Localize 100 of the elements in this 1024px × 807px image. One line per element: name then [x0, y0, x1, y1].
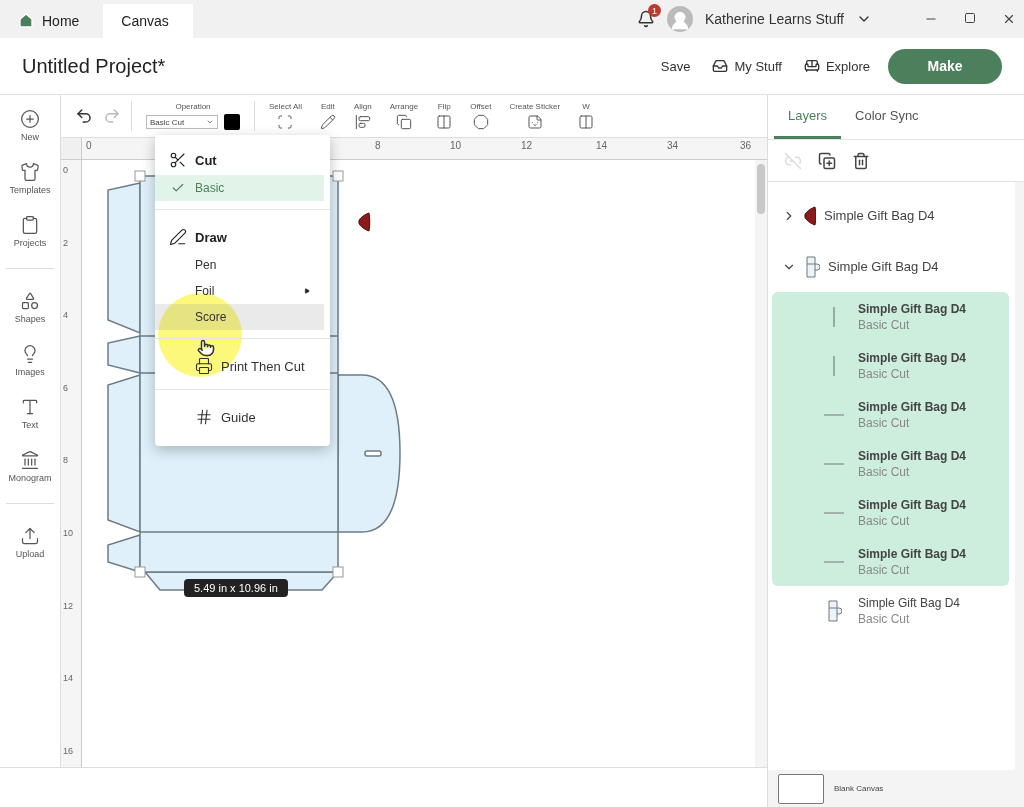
sidebar-item[interactable]: Templates — [0, 162, 60, 195]
delete-icon[interactable] — [852, 151, 870, 170]
operation-select[interactable]: Basic Cut — [146, 115, 218, 129]
menu-heading: Draw — [155, 222, 330, 252]
hash-icon — [195, 408, 213, 426]
clipboard-icon — [20, 215, 40, 235]
sidebar-item[interactable]: Monogram — [6, 450, 54, 483]
layer-name: Simple Gift Bag D4 — [858, 497, 967, 512]
sidebar-item[interactable]: Text — [6, 397, 54, 430]
scissors-icon — [169, 151, 187, 169]
canvas-swatch[interactable] — [778, 773, 824, 804]
layer-item[interactable]: Simple Gift Bag D4 Basic Cut — [772, 439, 1009, 488]
ruler-label: 10 — [450, 140, 462, 151]
toolbar-tool[interactable]: W — [574, 102, 599, 130]
shapes-icon — [20, 291, 40, 311]
heart-shape — [358, 212, 371, 232]
layer-group[interactable]: Simple Gift Bag D4 — [772, 190, 1009, 241]
menu-action[interactable]: Guide — [155, 402, 330, 432]
ruler-label: 4 — [63, 310, 68, 321]
align-icon — [354, 114, 371, 130]
columns-icon — [578, 114, 595, 130]
bag-icon — [826, 599, 842, 622]
save-link[interactable]: Save — [660, 58, 691, 74]
toolbar-tool[interactable]: Arrange — [385, 102, 423, 130]
printer-icon — [195, 357, 213, 375]
scrollbar-track[interactable] — [1015, 182, 1024, 770]
scan-icon — [277, 114, 294, 130]
layer-item[interactable]: Simple Gift Bag D4 Basic Cut — [772, 586, 1009, 635]
menu-option[interactable]: Pen — [155, 252, 324, 278]
layer-group[interactable]: Simple Gift Bag D4 — [772, 241, 1009, 292]
close-icon[interactable] — [1002, 12, 1016, 26]
selection-handle[interactable] — [332, 566, 344, 578]
ruler-label: 8 — [375, 140, 381, 151]
make-button[interactable]: Make — [888, 48, 1002, 84]
sidebar-item[interactable]: Images — [6, 344, 54, 377]
ruler-label: 12 — [63, 600, 73, 611]
layer-item[interactable]: Simple Gift Bag D4 Basic Cut — [772, 292, 1009, 341]
octagon-icon — [472, 114, 489, 130]
plus-circle-icon — [20, 109, 40, 129]
layer-name: Simple Gift Bag D4 — [858, 595, 961, 610]
menu-heading: Cut — [155, 145, 330, 175]
layer-item[interactable]: Simple Gift Bag D4 Basic Cut — [772, 341, 1009, 390]
project-title: Untitled Project* — [22, 54, 166, 78]
toolbar-tool[interactable]: Edit — [315, 102, 340, 130]
toolbar-tool[interactable]: Align — [349, 102, 376, 130]
my-stuff-link[interactable]: My Stuff — [712, 58, 782, 74]
selection-handle[interactable] — [134, 566, 146, 578]
duplicate-icon[interactable] — [818, 151, 836, 170]
redo-icon[interactable] — [103, 107, 121, 125]
app-tab[interactable]: Home — [0, 4, 104, 38]
inbox-icon — [712, 58, 729, 74]
check-icon — [171, 181, 185, 195]
layer-name: Simple Gift Bag D4 — [824, 208, 935, 223]
menu-option[interactable]: Basic — [155, 175, 324, 201]
avatar[interactable] — [666, 6, 693, 32]
type-icon — [20, 397, 40, 417]
sticker-icon — [526, 114, 543, 130]
submenu-arrow-icon — [304, 288, 310, 294]
pillars-icon — [20, 450, 40, 470]
maximize-icon[interactable] — [964, 12, 976, 24]
layer-item[interactable]: Simple Gift Bag D4 Basic Cut — [772, 537, 1009, 586]
toolbar-tool[interactable]: Flip — [432, 102, 457, 130]
selection-handle[interactable] — [332, 170, 344, 182]
explore-link[interactable]: Explore — [803, 58, 870, 74]
ruler-label: 14 — [63, 673, 73, 684]
pencil-icon — [319, 114, 336, 130]
toolbar-tool[interactable]: Select All — [265, 102, 306, 130]
toolbar-tool[interactable]: Create Sticker — [505, 102, 565, 130]
layer-name: Simple Gift Bag D4 — [858, 448, 967, 463]
sidebar-item[interactable]: Projects — [0, 215, 60, 248]
sidebar-item[interactable]: Shapes — [6, 291, 54, 324]
columns-icon — [436, 114, 453, 130]
pen-icon — [169, 228, 187, 246]
bell-icon[interactable] — [636, 10, 655, 28]
layer-item[interactable]: Simple Gift Bag D4 Basic Cut — [772, 390, 1009, 439]
app-tab[interactable]: Canvas — [103, 4, 193, 38]
size-label: 5.49 in x 10.96 in — [184, 579, 288, 597]
panel-tab[interactable]: Color Sync — [841, 95, 933, 139]
layer-operation: Basic Cut — [858, 415, 911, 430]
ruler-label: 6 — [63, 382, 68, 393]
account-name[interactable]: Katherine Learns Stuff — [704, 11, 844, 27]
heart-icon — [804, 205, 816, 226]
selection-handle[interactable] — [134, 170, 146, 182]
undo-icon[interactable] — [75, 107, 93, 125]
layer-operation: Basic Cut — [858, 366, 911, 381]
layer-item[interactable]: Simple Gift Bag D4 Basic Cut — [772, 488, 1009, 537]
panel-tab[interactable]: Layers — [774, 95, 842, 139]
ruler-label: 2 — [63, 237, 68, 248]
layer-operation: Basic Cut — [858, 562, 911, 577]
sidebar-item[interactable]: New — [0, 109, 60, 142]
ruler-label: 14 — [596, 140, 608, 151]
menu-option[interactable]: Score — [155, 304, 324, 330]
scrollbar-track[interactable] — [755, 160, 767, 767]
toolbar-tool[interactable]: Offset — [466, 102, 496, 130]
color-swatch[interactable] — [224, 114, 240, 130]
house-icon — [18, 13, 34, 29]
bag-icon — [804, 255, 820, 278]
sidebar-item[interactable]: Upload — [6, 526, 54, 559]
layer-name: Simple Gift Bag D4 — [858, 350, 967, 365]
scrollbar-thumb[interactable] — [757, 164, 765, 214]
